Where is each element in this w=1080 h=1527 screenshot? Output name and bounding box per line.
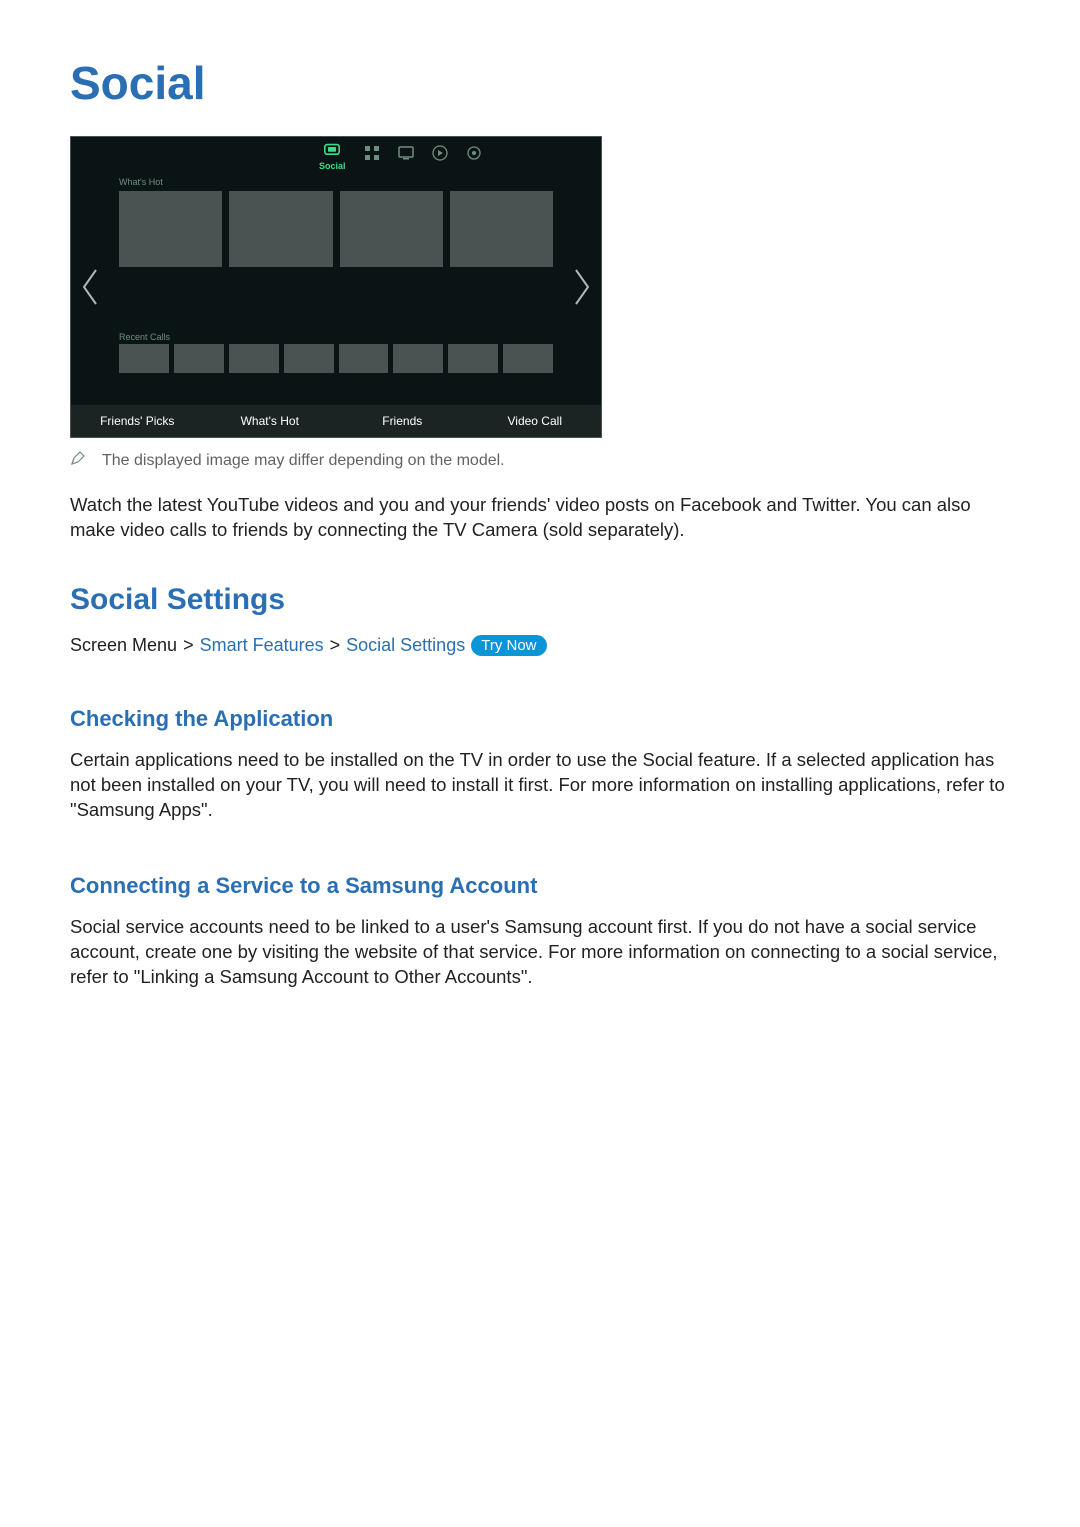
whats-hot-tile[interactable] xyxy=(450,191,553,267)
breadcrumb-separator: > xyxy=(330,635,341,656)
chevron-right-icon[interactable] xyxy=(571,267,593,307)
note-text: The displayed image may differ depending… xyxy=(102,452,505,470)
tab-video-call[interactable]: Video Call xyxy=(469,414,602,428)
top-icon-row: Social xyxy=(319,145,482,171)
breadcrumb-screen-menu: Screen Menu xyxy=(70,635,177,656)
social-settings-heading: Social Settings xyxy=(70,583,1010,617)
breadcrumb-separator: > xyxy=(183,635,194,656)
recent-calls-row xyxy=(119,344,553,373)
checking-body: Certain applications need to be installe… xyxy=(70,748,1010,823)
section-whats-hot-label: What's Hot xyxy=(119,177,163,187)
social-icon xyxy=(324,143,340,159)
bottom-tab-bar: Friends' Picks What's Hot Friends Video … xyxy=(71,405,601,437)
recent-call-tile[interactable] xyxy=(284,344,334,373)
whats-hot-tile[interactable] xyxy=(119,191,222,267)
recent-call-tile[interactable] xyxy=(339,344,389,373)
recent-call-tile[interactable] xyxy=(229,344,279,373)
checking-heading: Checking the Application xyxy=(70,706,1010,732)
pencil-icon xyxy=(70,450,86,471)
section-recent-calls-label: Recent Calls xyxy=(119,332,170,342)
try-now-button[interactable]: Try Now xyxy=(471,635,546,656)
breadcrumb-social-settings[interactable]: Social Settings xyxy=(346,635,465,656)
recent-call-tile[interactable] xyxy=(119,344,169,373)
nav-play-icon[interactable] xyxy=(432,145,448,161)
breadcrumb: Screen Menu > Smart Features > Social Se… xyxy=(70,635,1010,656)
connecting-heading: Connecting a Service to a Samsung Accoun… xyxy=(70,873,1010,899)
whats-hot-tile[interactable] xyxy=(229,191,332,267)
tab-whats-hot[interactable]: What's Hot xyxy=(204,414,337,428)
nav-settings-icon[interactable] xyxy=(466,145,482,161)
whats-hot-tile[interactable] xyxy=(340,191,443,267)
recent-call-tile[interactable] xyxy=(448,344,498,373)
connecting-body: Social service accounts need to be linke… xyxy=(70,915,1010,990)
page-title: Social xyxy=(70,56,1010,110)
recent-call-tile[interactable] xyxy=(393,344,443,373)
page-root: Social Social xyxy=(0,0,1080,1527)
nav-social-label: Social xyxy=(319,161,346,171)
tab-friends[interactable]: Friends xyxy=(336,414,469,428)
breadcrumb-smart-features[interactable]: Smart Features xyxy=(200,635,324,656)
nav-apps-icon[interactable] xyxy=(364,145,380,161)
whats-hot-row xyxy=(119,191,553,267)
tv-screenshot: Social What's Hot Recent Calls xyxy=(70,136,602,438)
recent-call-tile[interactable] xyxy=(174,344,224,373)
note-row: The displayed image may differ depending… xyxy=(70,450,1010,471)
intro-paragraph: Watch the latest YouTube videos and you … xyxy=(70,493,1010,543)
nav-social[interactable]: Social xyxy=(319,143,346,171)
recent-call-tile[interactable] xyxy=(503,344,553,373)
chevron-left-icon[interactable] xyxy=(79,267,101,307)
nav-tv-icon[interactable] xyxy=(398,145,414,161)
tab-friends-picks[interactable]: Friends' Picks xyxy=(71,414,204,428)
